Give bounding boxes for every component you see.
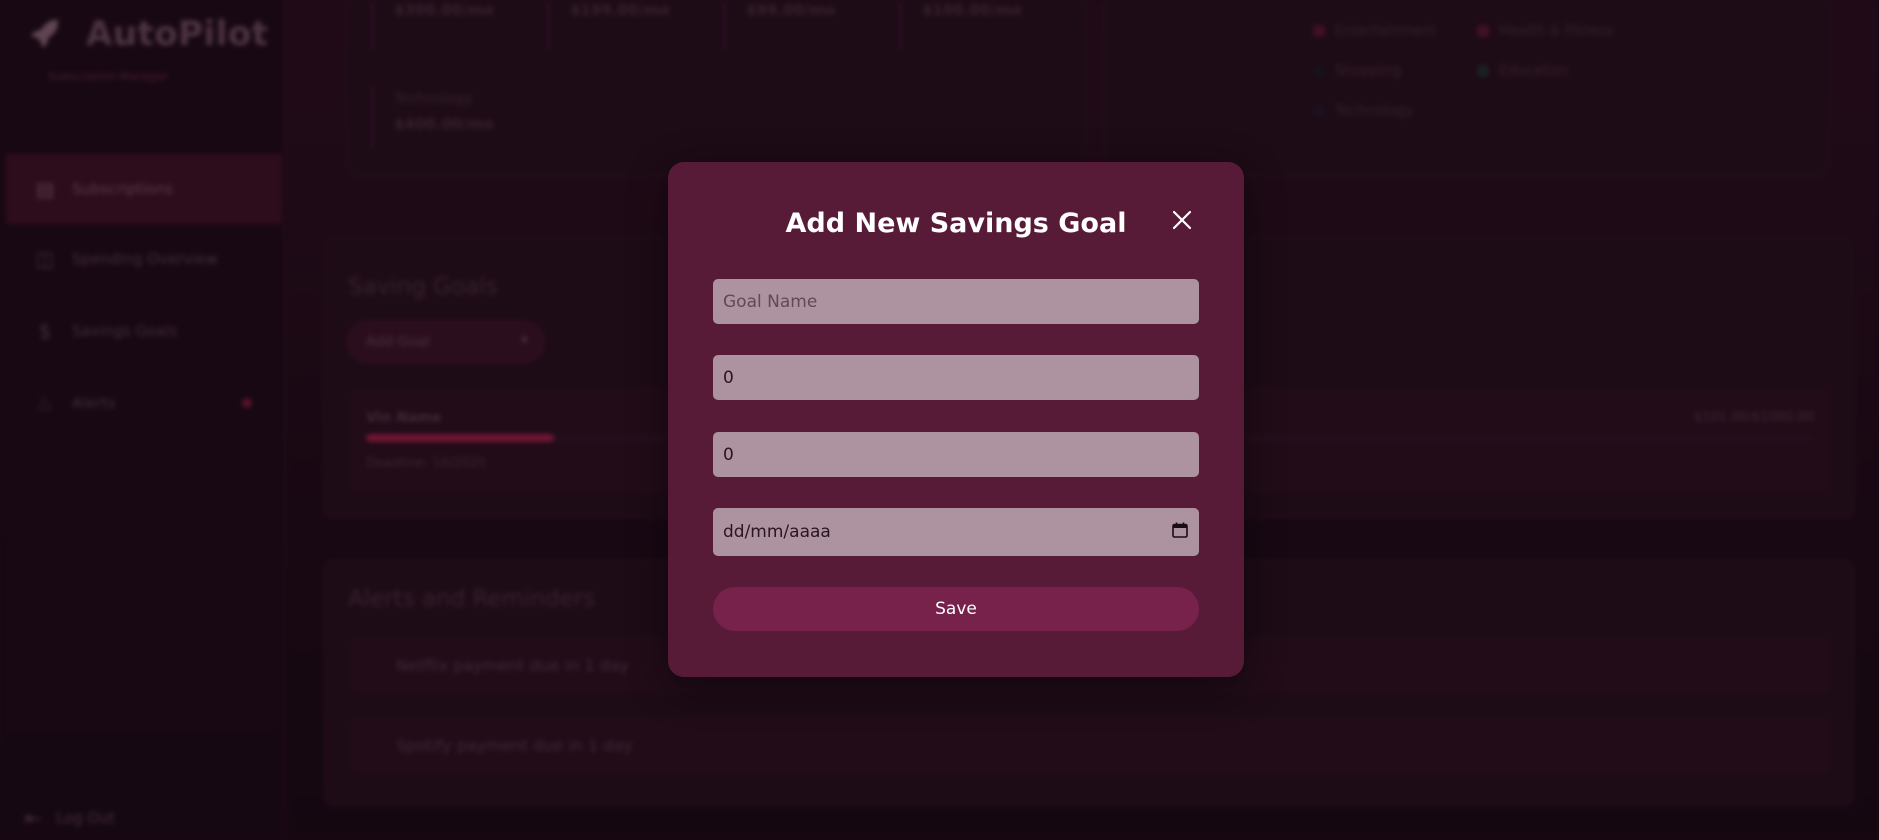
date-placeholder: dd/mm/aaaa (723, 522, 831, 542)
close-button[interactable] (1168, 206, 1196, 234)
calendar-icon[interactable] (1171, 521, 1189, 544)
close-icon (1172, 210, 1192, 230)
target-amount-input[interactable] (713, 355, 1199, 400)
add-savings-goal-modal: Add New Savings Goal dd/mm/aaaa Save (668, 162, 1244, 677)
deadline-date-input[interactable]: dd/mm/aaaa (713, 508, 1199, 556)
goal-name-input[interactable] (713, 279, 1199, 324)
current-amount-input[interactable] (713, 432, 1199, 477)
save-button[interactable]: Save (713, 587, 1199, 631)
modal-title: Add New Savings Goal (785, 208, 1127, 239)
